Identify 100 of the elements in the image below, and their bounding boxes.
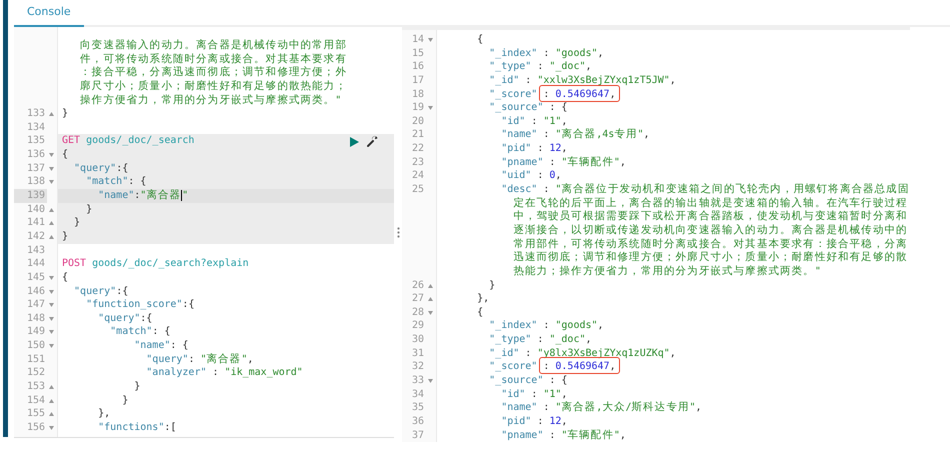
code-line: } [133,380,142,394]
code-line: "_id" : "y8lx3XsBejZYxq1zUZKq", [488,346,677,360]
line-number: 136 [26,148,46,162]
code-line: 逐渐接合，以切断或传递发动机向变速器输入的动力。离合器是机械传动中的 [512,224,909,238]
code-line: "query":{ [73,284,130,298]
fold-toggle-icon[interactable] [49,426,54,430]
code-line: "query":{ [97,312,154,326]
line-number: 36 [410,414,425,429]
code-line: "desc" : "离合器位于发动机和变速箱之间的飞轮壳内，用螺钉将离合器总成固 [500,183,910,197]
code-line: "pid" : 12, [500,414,568,429]
code-line: "pid" : 12, [500,142,568,156]
line-number: 31 [410,346,425,360]
line-number: 22 [410,142,425,156]
code-line: "_index" : "goods", [488,319,605,334]
fold-toggle-icon[interactable] [49,234,54,239]
code-line: "_type" : "_doc", [488,333,593,347]
code-line: "match": { [109,325,172,340]
line-number: 18 [410,88,425,102]
line-number: 153 [26,380,46,394]
code-line: 向变速器输入的动力。离合器是机械传动中的常用部 [79,39,348,53]
wrench-icon[interactable] [367,136,378,148]
fold-toggle-icon[interactable] [49,112,54,116]
line-number: 14 [410,33,425,47]
line-number: 133 [26,107,46,121]
code-line: 廓尺寸小；质量小；耐磨性好和有足够的散热能力； [79,80,348,94]
code-line: "name": { [133,339,190,353]
fold-toggle-icon[interactable] [49,221,54,226]
code-line: } [62,107,70,121]
fold-toggle-icon[interactable] [49,412,54,416]
fold-toggle-icon[interactable] [49,276,54,280]
fold-toggle-icon[interactable] [49,166,54,171]
fold-toggle-icon[interactable] [49,398,54,403]
line-number: 29 [410,319,425,334]
play-icon[interactable] [350,136,359,147]
line-number: 150 [26,339,46,353]
code-line: } [488,278,496,292]
fold-toggle-icon[interactable] [428,106,433,110]
fold-toggle-icon[interactable] [49,180,54,184]
code-line: "id" : "1", [500,114,568,128]
line-number: 142 [26,230,46,244]
line-number: 30 [410,333,425,347]
line-number: 19 [410,101,425,115]
line-number: 32 [410,360,425,374]
fold-toggle-icon[interactable] [428,38,433,42]
code-line: "_score" : 0.5469647, [488,360,617,374]
code-line: "_index" : "goods", [488,46,605,60]
line-number: 28 [410,306,425,320]
line-number: 23 [410,156,425,170]
code-line: 定在飞轮的后平面上，离合器的输出轴就是变速箱的输入轴。在汽车行驶过程 [512,196,909,210]
fold-toggle-icon[interactable] [49,344,54,348]
line-number: 25 [410,183,425,197]
code-line: { [476,33,484,47]
code-line: "uid" : 0, [500,169,562,184]
line-number: 149 [26,325,46,340]
line-number: 140 [26,202,46,216]
code-line: 件，可将传动系统随时分离或接合。对其基本要求有 [79,52,348,66]
fold-toggle-icon[interactable] [428,310,433,315]
fold-toggle-icon[interactable] [428,379,433,384]
line-number: 16 [410,60,425,74]
code-line: "id" : "1", [500,388,568,401]
line-number: 144 [26,257,46,271]
fold-toggle-icon[interactable] [49,303,54,308]
code-line: "_score" : 0.5469647, [488,88,617,102]
line-number: 151 [26,352,46,366]
line-number: 137 [26,162,46,176]
line-number: 141 [26,216,46,230]
code-line: "_id" : "xxlw3XsBejZYxq1zT5JW", [488,74,677,88]
fold-toggle-icon[interactable] [49,385,54,390]
line-number: 34 [410,388,425,402]
line-number: 15 [410,46,425,60]
fold-toggle-icon[interactable] [49,153,54,158]
code-line: 迅速而彻底；调节和修理方便；外廓尺寸小；质量小；耐磨性好和有足够的散 [512,251,909,265]
code-line: { [62,270,70,285]
line-number: 21 [410,128,425,142]
line-number: 134 [26,120,46,134]
fold-toggle-icon[interactable] [49,330,54,334]
fold-toggle-icon[interactable] [49,290,54,294]
fold-toggle-icon[interactable] [49,316,54,321]
code-line: ：接合平稳，分离迅速而彻底；调节和修理方便；外 [79,66,348,80]
code-line: "pname" : "车辆配件", [500,428,627,442]
code-line: 常用部件，可将传动系统随时分离或接合。对其基本要求有：接合平稳，分离 [512,238,909,251]
line-number: 37 [410,428,425,442]
line-number: 33 [410,374,425,388]
code-line: POST goods/_doc/_search?explain [62,257,250,271]
code-line: "name" : "离合器,4s专用", [500,128,651,142]
fold-toggle-icon[interactable] [428,297,433,302]
fold-toggle-icon[interactable] [49,208,54,212]
code-line: "_type" : "_doc", [488,60,593,74]
fold-toggle-icon[interactable] [428,284,433,288]
line-number: 35 [410,401,425,415]
line-number: 156 [26,420,46,435]
code-line: "_source" : { [488,101,568,115]
line-number: 146 [26,284,46,298]
code-line: "function_score":{ [85,298,196,312]
code-line: 操作方便省力，常用的分为牙嵌式与摩擦式两类。" [79,94,342,108]
code-line: }, [97,407,112,421]
line-number: 155 [26,407,46,421]
code-line: { [476,306,484,320]
line-number: 20 [410,114,425,128]
line-number: 148 [26,312,46,326]
